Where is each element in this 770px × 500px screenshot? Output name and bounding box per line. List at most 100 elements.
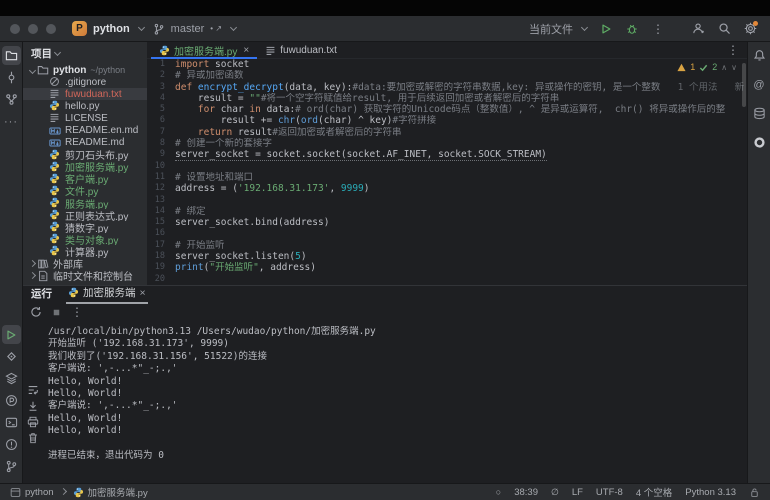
tree-item[interactable]: 加密服务端.py [23,161,147,173]
project-selector[interactable]: python [93,23,130,35]
branch-selector[interactable]: master [171,23,205,35]
editor-tab[interactable]: fuwuduan.txt [257,42,345,59]
tree-item[interactable]: README.en.md [23,124,147,136]
problems-tool-icon[interactable] [2,435,21,454]
minimize-window-button[interactable] [28,24,38,34]
line-number: 20 [147,274,175,285]
tree-item-label: hello.py [65,101,99,112]
tree-item[interactable]: .gitignore [23,76,147,88]
code-line: 14# 绑定 [147,206,747,217]
run-tab[interactable]: 加密服务端 × [66,285,148,304]
commit-tool-icon[interactable] [2,68,21,87]
notifications-bell-icon[interactable] [750,46,769,65]
readonly-pen-icon[interactable]: ∅ [551,487,559,498]
code-line: 10 [147,161,747,172]
tree-item[interactable]: 类与对象.py [23,233,147,245]
chevron-down-icon[interactable] [27,68,37,73]
project-panel-header[interactable]: 项目 [23,42,147,64]
chevron-right-icon[interactable] [27,261,37,266]
code-line: 12address = ('192.168.31.173', 9999) [147,183,747,194]
run-button[interactable] [596,19,616,39]
ai-assistant-icon[interactable]: @ [750,75,769,94]
tab-options-icon[interactable]: ⋮ [727,43,739,57]
tree-item[interactable]: hello.py [23,100,147,112]
console-line: 客户端说: ',-...*"_-;.,' [48,363,747,375]
breadcrumb-project[interactable]: python [25,487,54,498]
run-console[interactable]: /usr/local/bin/python3.13 /Users/wudao/p… [23,320,747,480]
prev-problem-icon[interactable]: ∧ [721,63,727,72]
line-number: 17 [147,240,175,251]
python-packages-icon[interactable] [750,133,769,152]
next-problem-icon[interactable]: ∨ [731,63,737,72]
zoom-window-button[interactable] [46,24,56,34]
settings-gear-icon[interactable] [740,19,760,39]
tree-item[interactable]: fuwuduan.txt [23,88,147,100]
code-with-me-icon[interactable] [688,19,708,39]
project-tool-icon[interactable] [2,46,21,65]
tree-item[interactable]: python~/python [23,64,147,76]
run-tool-icon[interactable] [2,325,21,344]
tree-item[interactable]: 外部库 [23,258,147,270]
database-icon[interactable] [750,104,769,123]
left-activity-bar: ··· [0,42,23,483]
close-icon[interactable]: × [243,45,249,56]
inspections-widget[interactable]: 1 2 ∧ ∨ [677,62,737,72]
run-more-options-icon[interactable]: ⋮ [71,305,83,319]
search-everywhere-icon[interactable] [714,19,734,39]
tree-item[interactable]: README.md [23,137,147,149]
python-console-tool-icon[interactable] [2,391,21,410]
line-separator[interactable]: LF [572,487,583,498]
tree-item-label: 客户端.py [65,173,108,185]
tree-item-label: 加密服务端.py [65,161,128,173]
file-encoding[interactable]: UTF-8 [596,487,623,498]
tree-item[interactable]: 临时文件和控制台 [23,270,147,282]
more-tool-windows-icon[interactable]: ··· [2,112,21,131]
editor-tab[interactable]: 加密服务端.py× [151,42,257,59]
tree-item[interactable]: 客户端.py [23,173,147,185]
tree-item[interactable]: 猜数字.py [23,221,147,233]
soft-wrap-icon[interactable] [27,384,39,396]
line-number: 12 [147,183,175,194]
editor-tab-label: fuwuduan.txt [280,45,337,56]
editor-scrollbar[interactable] [742,63,746,107]
indent-style[interactable]: 4 个空格 [636,485,672,499]
chevron-down-icon [138,24,145,31]
python-interpreter[interactable]: Python 3.13 [685,487,736,498]
debug-button[interactable] [622,19,642,39]
tree-item[interactable]: 服务端.py [23,197,147,209]
print-icon[interactable] [27,416,39,428]
tree-item-label: .gitignore [65,77,106,88]
close-window-button[interactable] [10,24,20,34]
caret-position[interactable]: 38:39 [514,487,538,498]
run-console-output[interactable]: /usr/local/bin/python3.13 /Users/wudao/p… [48,326,747,480]
stop-button[interactable] [51,307,62,318]
lock-icon[interactable] [749,487,760,498]
chevron-right-icon[interactable] [27,273,37,278]
tree-item[interactable]: 文件.py [23,185,147,197]
background-tasks-icon[interactable]: ○ [496,487,501,497]
terminal-tool-icon[interactable] [2,413,21,432]
python-packages-tool-icon[interactable] [2,369,21,388]
rerun-button[interactable] [30,306,42,318]
more-actions-icon[interactable]: ⋮ [648,19,668,39]
close-icon[interactable]: × [140,287,146,299]
scroll-to-end-icon[interactable] [27,400,39,412]
python-file-icon [49,173,61,185]
tree-item[interactable]: LICENSE [23,112,147,124]
passed-count: 2 [712,62,717,72]
clear-all-icon[interactable] [27,432,39,444]
services-tool-icon[interactable] [2,347,21,366]
python-file-icon [49,100,61,112]
version-control-tool-icon[interactable] [2,457,21,476]
tree-item-label: fuwuduan.txt [65,89,122,100]
warning-icon [677,63,686,72]
run-config-selector[interactable]: 当前文件 [529,21,573,37]
code-editor[interactable]: 1 2 ∧ ∨ 1import socket2# 异或加密函数3def encr… [147,59,747,285]
structure-tool-icon[interactable] [2,90,21,109]
chevron-right-icon [59,487,66,494]
tree-item[interactable]: 计算器.py [23,245,147,257]
editor-area[interactable]: 加密服务端.py× fuwuduan.txt ⋮ 1 2 ∧ ∨ 1import … [147,42,747,285]
tree-item[interactable]: 正则表达式.py [23,209,147,221]
breadcrumb-file[interactable]: 加密服务端.py [88,485,148,499]
tree-item[interactable]: 剪刀石头布.py [23,149,147,161]
